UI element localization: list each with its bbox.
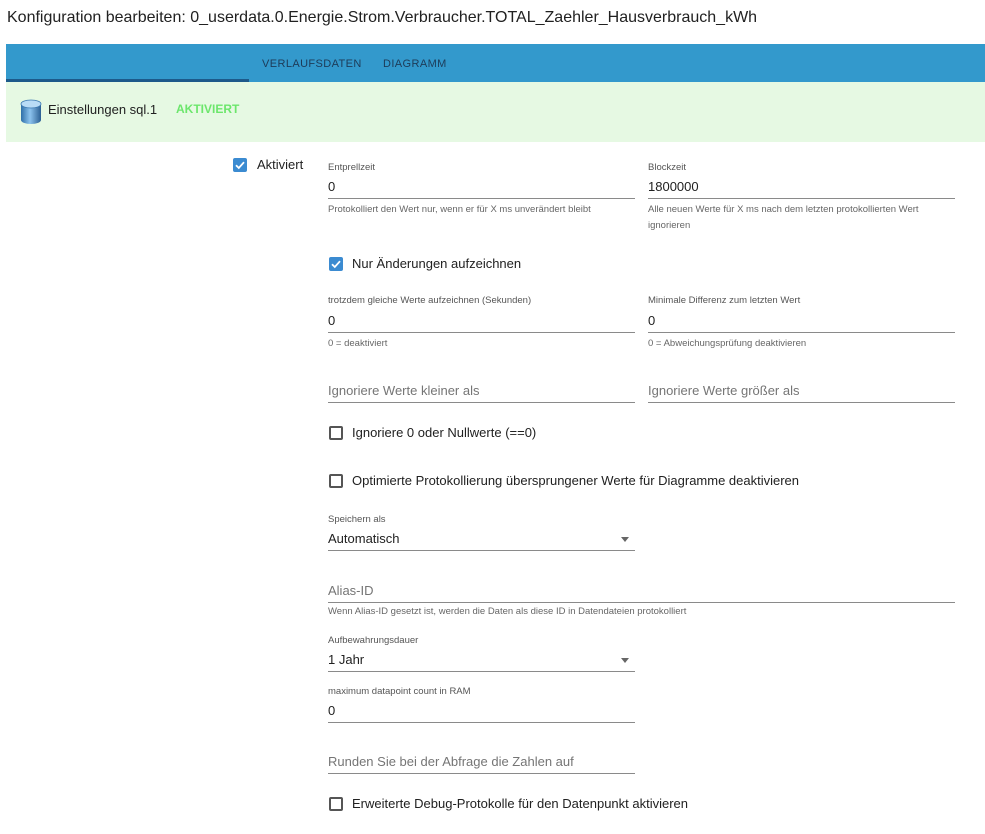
debounce-value: 0 xyxy=(328,179,336,194)
debug-checkbox[interactable] xyxy=(329,797,343,811)
ignore-below-placeholder: Ignoriere Werte kleiner als xyxy=(328,383,480,398)
min-delta-helper: 0 = Abweichungsprüfung deaktivieren xyxy=(648,338,807,349)
dropdown-arrow-icon xyxy=(621,658,629,663)
debounce-input[interactable]: 0 xyxy=(328,176,635,198)
max-length-input[interactable]: 0 xyxy=(328,700,635,722)
blocktime-label: Blockzeit xyxy=(648,162,687,173)
disable-skipped-checkbox[interactable] xyxy=(329,474,343,488)
store-as-value: Automatisch xyxy=(328,531,400,546)
changes-only-label: Nur Änderungen aufzeichnen xyxy=(352,256,522,271)
changes-relog-helper: 0 = deaktiviert xyxy=(328,338,388,349)
instance-header: Einstellungen sql.1 AKTIVIERT xyxy=(6,82,985,142)
retention-label: Aufbewahrungsdauer xyxy=(328,635,419,646)
max-length-value: 0 xyxy=(328,703,336,718)
min-delta-underline xyxy=(648,332,955,333)
instance-label: Einstellungen sql.1 xyxy=(48,102,158,117)
database-icon xyxy=(20,99,42,124)
changes-only-checkbox[interactable] xyxy=(329,257,343,271)
blocktime-helper-line2: ignorieren xyxy=(648,220,691,231)
min-delta-input[interactable]: 0 xyxy=(648,310,955,332)
store-as-underline xyxy=(328,550,635,551)
store-as-select[interactable]: Automatisch xyxy=(328,528,635,550)
max-length-underline xyxy=(328,722,635,723)
blocktime-input[interactable]: 1800000 xyxy=(648,176,955,198)
blocktime-value: 1800000 xyxy=(648,179,699,194)
ignore-above-placeholder: Ignoriere Werte größer als xyxy=(648,383,800,398)
page-title: Konfiguration bearbeiten: 0_userdata.0.E… xyxy=(7,9,758,26)
round-input[interactable]: Runden Sie bei der Abfrage die Zahlen au… xyxy=(328,751,635,773)
disable-skipped-label: Optimierte Protokollierung übersprungene… xyxy=(352,473,800,488)
round-underline xyxy=(328,773,635,774)
alias-id-input[interactable]: Alias-ID xyxy=(328,580,955,602)
ignore-below-underline xyxy=(328,402,635,403)
changes-relog-label: trotzdem gleiche Werte aufzeichnen (Seku… xyxy=(328,295,532,306)
dropdown-arrow-icon xyxy=(621,537,629,542)
retention-value: 1 Jahr xyxy=(328,652,365,667)
changes-relog-value: 0 xyxy=(328,313,336,328)
store-as-label: Speichern als xyxy=(328,514,386,525)
tab-bar: VERLAUFSDATEN DIAGRAMM xyxy=(6,44,985,82)
alias-id-underline xyxy=(328,602,955,603)
check-icon xyxy=(235,161,245,170)
debounce-underline xyxy=(328,198,635,199)
check-icon xyxy=(331,260,341,269)
min-delta-value: 0 xyxy=(648,313,656,328)
debounce-label: Entprellzeit xyxy=(328,162,375,173)
changes-relog-input[interactable]: 0 xyxy=(328,310,635,332)
tab-chart[interactable]: DIAGRAMM xyxy=(383,58,447,70)
retention-select[interactable]: 1 Jahr xyxy=(328,649,635,671)
debounce-helper: Protokolliert den Wert nur, wenn er für … xyxy=(328,204,591,215)
retention-underline xyxy=(328,671,635,672)
ignore-above-input[interactable]: Ignoriere Werte größer als xyxy=(648,380,955,402)
ignore-below-input[interactable]: Ignoriere Werte kleiner als xyxy=(328,380,635,402)
alias-id-helper: Wenn Alias-ID gesetzt ist, werden die Da… xyxy=(328,606,687,617)
alias-id-placeholder: Alias-ID xyxy=(328,583,374,598)
enabled-label: Aktiviert xyxy=(257,157,304,172)
changes-relog-underline xyxy=(328,332,635,333)
ignore-above-underline xyxy=(648,402,955,403)
blocktime-underline xyxy=(648,198,955,199)
round-placeholder: Runden Sie bei der Abfrage die Zahlen au… xyxy=(328,754,574,769)
debug-label: Erweiterte Debug-Protokolle für den Date… xyxy=(352,796,689,811)
blocktime-helper-line1: Alle neuen Werte für X ms nach dem letzt… xyxy=(648,204,919,215)
min-delta-label: Minimale Differenz zum letzten Wert xyxy=(648,295,801,306)
max-length-label: maximum datapoint count in RAM xyxy=(328,686,471,697)
tab-history[interactable]: VERLAUFSDATEN xyxy=(262,58,362,70)
ignore-zero-checkbox[interactable] xyxy=(329,426,343,440)
ignore-zero-label: Ignoriere 0 oder Nullwerte (==0) xyxy=(352,425,537,440)
enabled-checkbox[interactable] xyxy=(233,158,247,172)
status-badge: AKTIVIERT xyxy=(176,102,240,116)
